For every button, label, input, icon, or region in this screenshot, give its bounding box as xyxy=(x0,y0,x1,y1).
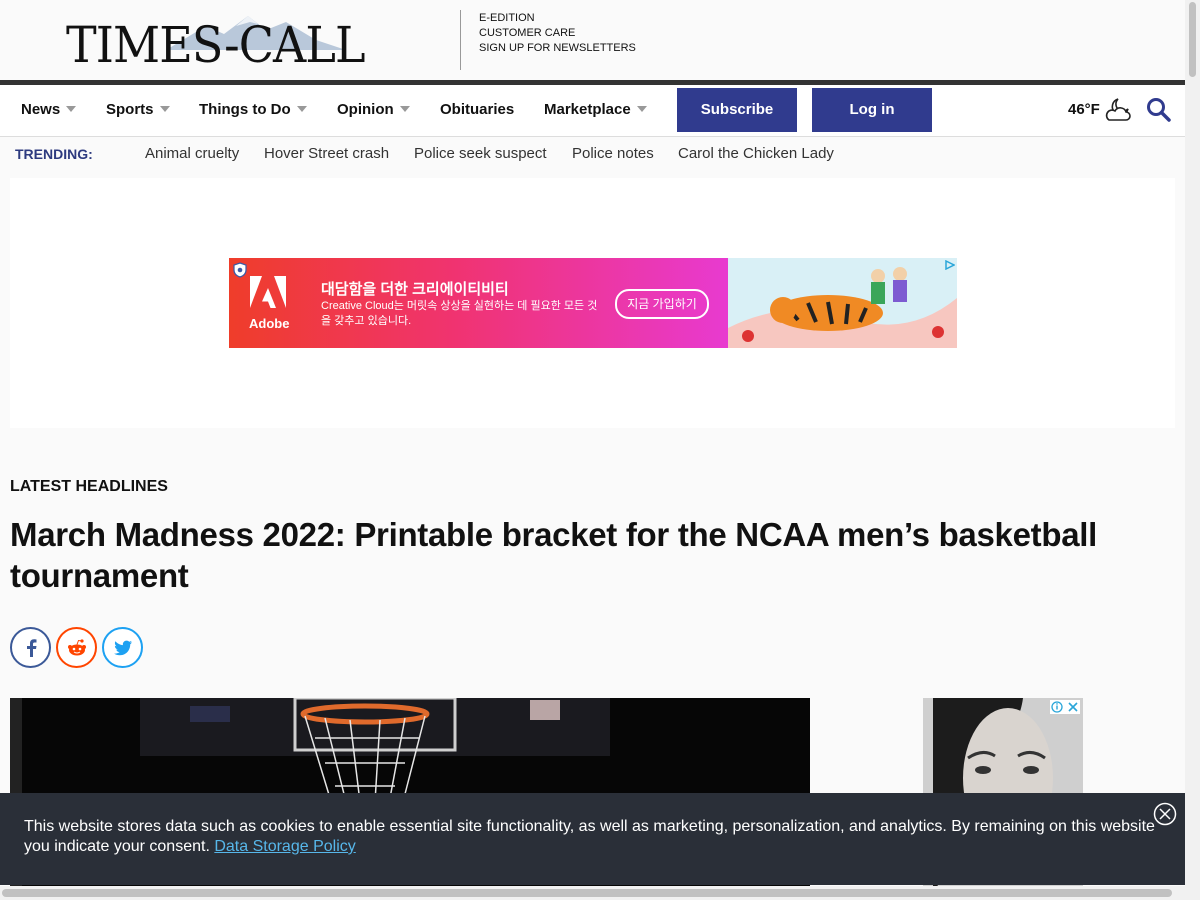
logo-wordmark: TIMES-CALL xyxy=(66,16,366,74)
reddit-icon xyxy=(67,638,86,655)
masthead: TIMES-CALL E-EDITION CUSTOMER CARE SIGN … xyxy=(0,0,1185,80)
trending-label: TRENDING: xyxy=(15,146,93,162)
partly-cloudy-night-icon[interactable] xyxy=(1104,95,1134,123)
nav-item-opinion[interactable]: Opinion xyxy=(337,101,410,118)
section-label[interactable]: LATEST HEADLINES xyxy=(10,478,168,496)
weather-temp[interactable]: 46°F xyxy=(1068,101,1100,118)
nav-item-label: Obituaries xyxy=(440,101,515,118)
data-storage-policy-link[interactable]: Data Storage Policy xyxy=(214,838,355,855)
nav-item-sports[interactable]: Sports xyxy=(106,101,170,118)
nav-item-obituaries[interactable]: Obituaries xyxy=(440,101,514,118)
ad-headline: 대담함을 더한 크리에이티비티 xyxy=(321,281,509,298)
e-edition-link[interactable]: E-EDITION xyxy=(479,11,636,26)
trending-bar: TRENDING: Animal cruelty Hover Street cr… xyxy=(0,136,1185,171)
facebook-icon xyxy=(26,638,36,657)
chevron-down-icon xyxy=(296,106,307,112)
vertical-scrollbar[interactable] xyxy=(1185,0,1200,900)
cookie-message: This website stores data such as cookies… xyxy=(24,818,1155,855)
trending-link[interactable]: Carol the Chicken Lady xyxy=(678,145,834,162)
ad-banner[interactable]: Adobe 대담함을 더한 크리에이티비티 Creative Cloud는 머릿… xyxy=(229,258,957,348)
article-headline: March Madness 2022: Printable bracket fo… xyxy=(10,516,1097,594)
ad-close-icon[interactable] xyxy=(1050,700,1080,714)
ad-choices-icon[interactable] xyxy=(945,260,955,270)
trending-link[interactable]: Animal cruelty xyxy=(145,145,239,162)
nav-item-news[interactable]: News xyxy=(21,101,77,118)
nav-item-label: Opinion xyxy=(337,101,394,118)
adobe-logo: Adobe xyxy=(249,276,290,331)
share-facebook-button[interactable] xyxy=(10,627,51,668)
cookie-text-block: This website stores data such as cookies… xyxy=(24,817,1164,857)
horizontal-scrollbar[interactable] xyxy=(0,886,1185,900)
customer-care-link[interactable]: CUSTOMER CARE xyxy=(479,26,636,41)
ad-subtext: Creative Cloud는 머릿속 상상을 실현하는 데 필요한 모든 것을… xyxy=(321,300,598,327)
chevron-down-icon xyxy=(399,106,410,112)
nav-item-label: Sports xyxy=(106,101,154,118)
chevron-down-icon xyxy=(66,106,77,112)
share-reddit-button[interactable] xyxy=(56,627,97,668)
close-icon[interactable] xyxy=(1153,802,1177,826)
trending-link[interactable]: Police notes xyxy=(572,145,654,162)
search-icon[interactable] xyxy=(1146,97,1172,123)
twitter-icon xyxy=(113,640,132,655)
nav-item-things-to-do[interactable]: Things to Do xyxy=(199,101,307,118)
adobe-logo-icon xyxy=(249,276,287,314)
shield-icon xyxy=(233,262,247,278)
nav-item-label: Things to Do xyxy=(199,101,291,118)
trending-link[interactable]: Police seek suspect xyxy=(414,145,547,162)
header-divider xyxy=(460,10,461,70)
ad-illustration xyxy=(728,258,957,348)
newsletters-link[interactable]: SIGN UP FOR NEWSLETTERS xyxy=(479,41,636,56)
site-logo[interactable]: TIMES-CALL xyxy=(66,12,396,74)
share-twitter-button[interactable] xyxy=(102,627,143,668)
cookie-consent-banner: This website stores data such as cookies… xyxy=(0,793,1185,885)
login-button[interactable]: Log in xyxy=(812,88,932,132)
chevron-down-icon xyxy=(159,106,170,112)
ad-cta-button[interactable]: 지금 가입하기 xyxy=(615,289,709,319)
nav-item-marketplace[interactable]: Marketplace xyxy=(544,101,647,118)
trending-link[interactable]: Hover Street crash xyxy=(264,145,389,162)
chevron-down-icon xyxy=(636,106,647,112)
adobe-brand-label: Adobe xyxy=(249,316,290,331)
horizontal-scrollbar-thumb[interactable] xyxy=(2,889,1172,897)
nav-item-label: News xyxy=(21,101,61,118)
subscribe-button[interactable]: Subscribe xyxy=(677,88,797,132)
nav-item-label: Marketplace xyxy=(544,101,631,118)
header-links: E-EDITION CUSTOMER CARE SIGN UP FOR NEWS… xyxy=(479,11,636,56)
main-nav: News Sports Things to Do Opinion Obituar… xyxy=(0,85,1185,135)
vertical-scrollbar-thumb[interactable] xyxy=(1189,2,1196,77)
